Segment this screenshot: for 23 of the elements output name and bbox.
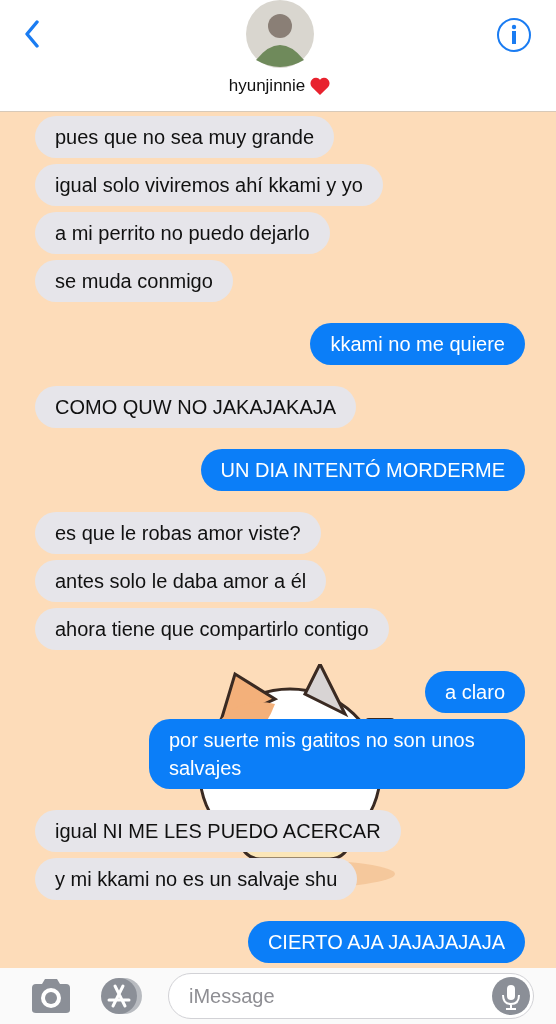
- message-bubble: es que le robas amor viste?: [35, 512, 321, 554]
- microphone-icon[interactable]: [492, 977, 530, 1015]
- message-bubble: pues que no sea muy grande: [35, 116, 335, 158]
- message-bubble: kkami no me quiere: [310, 323, 525, 365]
- message-bubble: antes solo le daba amor a él: [35, 560, 327, 602]
- message-bubble: a claro: [424, 671, 525, 713]
- message-bubble: a mi perrito no puedo dejarlo: [35, 212, 330, 254]
- message-bubble: se muda conmigo: [35, 260, 233, 302]
- message-bubble: por suerte mis gatitos no son unos salvajes: [149, 719, 525, 789]
- message-field[interactable]: iMessage: [168, 973, 534, 1019]
- info-icon[interactable]: [496, 17, 532, 53]
- heart-icon: [309, 76, 332, 96]
- message-bubble: COMO QUW NO JAKAJAKAJA: [35, 386, 357, 428]
- message-bubble: ahora tiene que compartirlo contigo: [35, 608, 389, 650]
- camera-icon[interactable]: [30, 978, 72, 1014]
- message-bubble: UN DIA INTENTÓ MORDERME: [200, 449, 525, 491]
- message-bubble: y mi kkami no es un salvaje shu: [35, 858, 358, 900]
- message-bubble: igual solo viviremos ahí kkami y yo: [35, 164, 383, 206]
- message-bubble: CIERTO AJA JAJAJAJAJA: [247, 921, 525, 963]
- avatar[interactable]: [246, 0, 314, 68]
- message-bubble: igual NI ME LES PUEDO ACERCAR: [35, 810, 401, 852]
- back-icon[interactable]: [24, 20, 40, 48]
- contact-name: hyunjinnie: [228, 76, 306, 96]
